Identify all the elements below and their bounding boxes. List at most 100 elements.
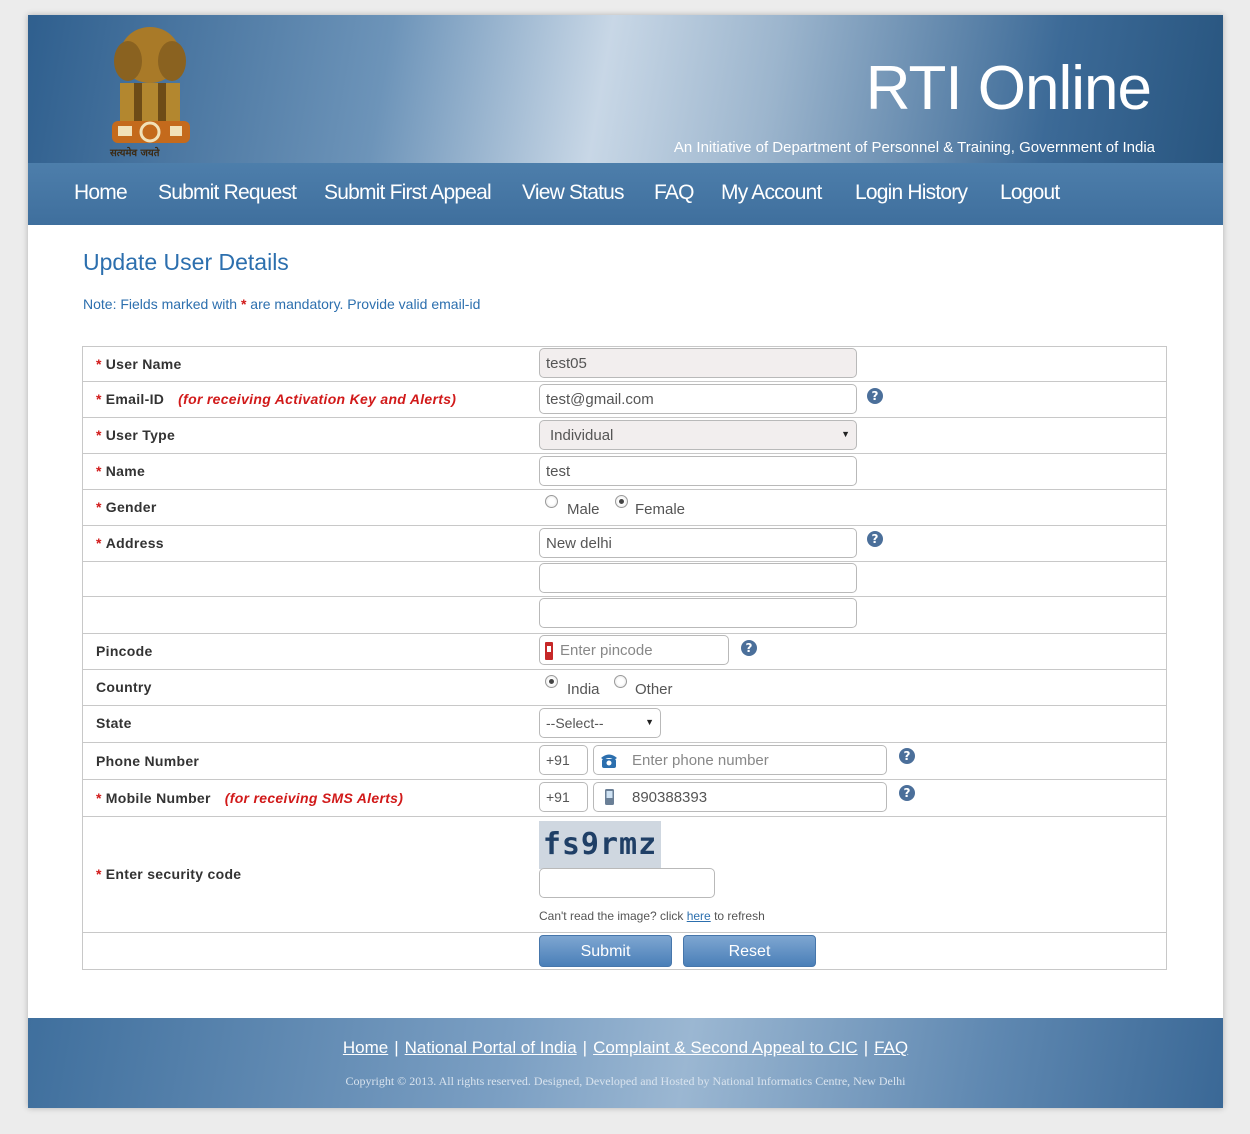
row-email: * Email-ID (for receiving Activation Key a… [83, 382, 1166, 418]
site-footer: Home | National Portal of India | Complaint … [28, 1018, 1223, 1108]
name-field[interactable]: test [539, 456, 857, 486]
phone-placeholder: Enter phone number [632, 752, 769, 769]
chevron-down-icon: ▼ [645, 717, 654, 727]
footer-link-national-portal[interactable]: National Portal of India [405, 1038, 577, 1057]
required-star: * [96, 499, 102, 515]
name-label: * Name [96, 463, 145, 479]
row-country: Country India Other [83, 670, 1166, 706]
phone-input[interactable]: Enter phone number [593, 745, 887, 775]
address-label: * Address [96, 535, 164, 551]
question-circle-icon[interactable]: ? [741, 640, 757, 656]
mobile-value: 890388393 [632, 789, 708, 806]
required-star: * [96, 427, 102, 443]
national-emblem-logo [112, 27, 190, 143]
refresh-prefix: Can't read the image? click [539, 909, 687, 923]
user-type-label: * User Type [96, 427, 175, 443]
nav-faq[interactable]: FAQ [654, 181, 694, 205]
nav-home[interactable]: Home [74, 181, 128, 205]
row-actions: Submit Reset [83, 933, 1166, 969]
nav-login-history[interactable]: Login History [855, 181, 968, 205]
email-field[interactable]: test@gmail.com [539, 384, 857, 414]
mobile-hint: (for receiving SMS Alerts) [224, 790, 404, 806]
footer-link-home[interactable]: Home [343, 1038, 388, 1057]
security-code-label-text: Enter security code [105, 866, 242, 882]
address-line1-field[interactable]: New delhi [539, 528, 857, 558]
footer-separator: | [863, 1038, 869, 1057]
gender-label-text: Gender [105, 499, 157, 515]
row-mobile: * Mobile Number (for receiving SMS Alerts)… [83, 780, 1166, 817]
user-name-label: * User Name [96, 356, 182, 372]
captcha-refresh-text: Can't read the image? click here to refr… [539, 909, 765, 923]
user-name-label-text: User Name [105, 356, 182, 372]
required-star: * [96, 535, 102, 551]
country-label: Country [96, 679, 152, 695]
state-select[interactable]: --Select-- ▼ [539, 708, 661, 738]
country-other-radio[interactable] [614, 675, 627, 688]
row-address-line2 [83, 562, 1166, 597]
row-address: * Address New delhi ? [83, 526, 1166, 562]
note-suffix: are mandatory. Provide valid email-id [246, 296, 481, 312]
footer-separator: | [394, 1038, 399, 1057]
nav-logout[interactable]: Logout [1000, 181, 1060, 205]
name-label-text: Name [105, 463, 146, 479]
gender-female-radio[interactable] [615, 495, 628, 508]
row-state: State --Select-- ▼ [83, 706, 1166, 743]
footer-link-complaint-appeal[interactable]: Complaint & Second Appeal to CIC [593, 1038, 858, 1057]
footer-link-faq[interactable]: FAQ [874, 1038, 908, 1057]
footer-links: Home | National Portal of India | Complaint … [28, 1038, 1223, 1058]
phone-country-code[interactable]: +91 [539, 745, 588, 775]
site-header: सत्यमेव जयते RTI Online An Initiative of… [28, 15, 1223, 163]
required-star: * [96, 866, 102, 882]
row-phone: Phone Number +91 Enter phone number ? [83, 743, 1166, 780]
required-star: * [96, 790, 102, 806]
row-address-line3 [83, 597, 1166, 634]
submit-button[interactable]: Submit [539, 935, 672, 967]
required-star: * [96, 391, 102, 407]
mobile-label: * Mobile Number (for receiving SMS Alerts) [96, 790, 403, 806]
question-circle-icon[interactable]: ? [899, 785, 915, 801]
mobile-input[interactable]: 890388393 [593, 782, 887, 812]
country-india-radio[interactable] [545, 675, 558, 688]
captcha-refresh-link[interactable]: here [687, 909, 711, 923]
mobile-country-code[interactable]: +91 [539, 782, 588, 812]
pincode-placeholder: Enter pincode [560, 642, 653, 659]
address-line3-field[interactable] [539, 598, 857, 628]
nav-view-status[interactable]: View Status [522, 181, 625, 205]
gender-male-radio[interactable] [545, 495, 558, 508]
reset-button[interactable]: Reset [683, 935, 816, 967]
mobile-label-text: Mobile Number [105, 790, 211, 806]
email-label-text: Email-ID [105, 391, 165, 407]
row-user-name: * User Name test05 [83, 347, 1166, 382]
refresh-suffix: to refresh [710, 909, 765, 923]
question-circle-icon[interactable]: ? [867, 531, 883, 547]
security-code-input[interactable] [539, 868, 715, 898]
mandatory-note: Note: Fields marked with * are mandatory… [83, 296, 480, 312]
main-nav: Home Submit Request Submit First Appeal … [28, 163, 1223, 225]
footer-separator: | [582, 1038, 588, 1057]
user-type-value: Individual [550, 427, 614, 444]
address-line2-field[interactable] [539, 563, 857, 593]
pincode-input[interactable]: Enter pincode [539, 635, 729, 665]
email-label: * Email-ID (for receiving Activation Key a… [96, 391, 456, 407]
address-label-text: Address [105, 535, 164, 551]
country-other-label: Other [635, 681, 673, 698]
page-container: सत्यमेव जयते RTI Online An Initiative of… [28, 15, 1223, 1108]
row-name: * Name test [83, 454, 1166, 490]
user-type-select[interactable]: Individual ▼ [539, 420, 857, 450]
page-title: Update User Details [83, 249, 289, 275]
user-type-label-text: User Type [105, 427, 176, 443]
site-title: RTI Online [865, 54, 1152, 123]
gender-male-label: Male [567, 501, 600, 518]
captcha-image: fs9rmz [539, 821, 661, 869]
question-circle-icon[interactable]: ? [867, 388, 883, 404]
email-hint: (for receiving Activation Key and Alerts… [178, 391, 457, 407]
question-circle-icon[interactable]: ? [899, 748, 915, 764]
site-tagline: An Initiative of Department of Personnel… [673, 139, 1155, 156]
phone-label: Phone Number [96, 753, 200, 769]
pincode-label: Pincode [96, 643, 153, 659]
nav-submit-first-appeal[interactable]: Submit First Appeal [324, 181, 492, 205]
telephone-icon [601, 754, 617, 768]
nav-my-account[interactable]: My Account [721, 181, 822, 205]
nav-submit-request[interactable]: Submit Request [158, 181, 297, 205]
user-name-field[interactable]: test05 [539, 348, 857, 378]
